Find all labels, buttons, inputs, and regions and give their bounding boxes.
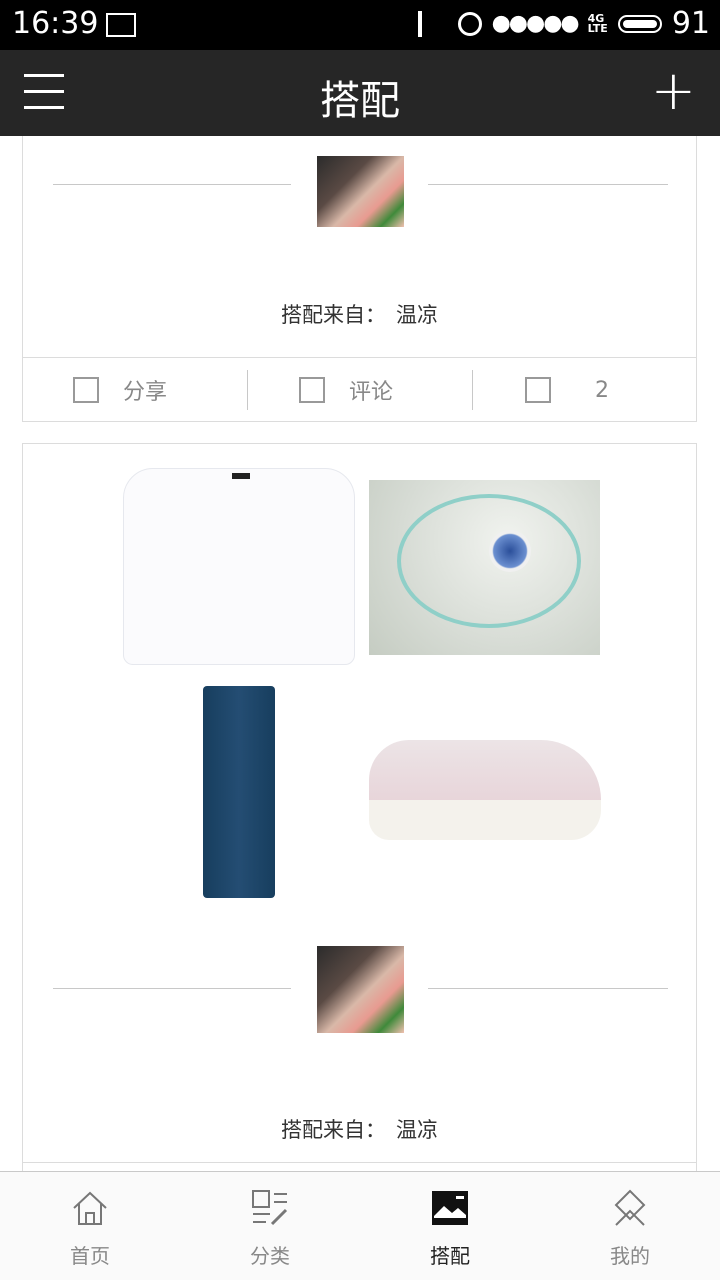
outfit-card[interactable]: 搭配来自： 温凉 bbox=[22, 443, 697, 1171]
card-actions bbox=[23, 1162, 696, 1171]
tab-label: 分类 bbox=[250, 1244, 290, 1268]
outfit-icon bbox=[432, 1191, 468, 1225]
signal-icon: ●●●●● bbox=[491, 11, 580, 36]
action-divider bbox=[247, 370, 248, 410]
tab-label: 首页 bbox=[70, 1244, 110, 1268]
outfit-card[interactable]: 搭配来自： 温凉 分享 评论 2 bbox=[22, 136, 697, 422]
card-actions: 分享 评论 2 bbox=[23, 357, 696, 422]
source-prefix: 搭配来自： bbox=[281, 303, 386, 327]
comment-button[interactable]: 评论 bbox=[299, 358, 393, 422]
source-prefix: 搭配来自： bbox=[281, 1118, 386, 1142]
pink-sneakers-image[interactable] bbox=[369, 740, 601, 840]
status-time: 16:39 bbox=[12, 6, 99, 41]
tab-label: 搭配 bbox=[430, 1244, 470, 1268]
outfit-source: 搭配来自： 温凉 bbox=[23, 1114, 696, 1144]
white-blouse-image[interactable] bbox=[123, 468, 355, 665]
tab-outfit[interactable]: 搭配 bbox=[360, 1172, 540, 1281]
outfit-feed[interactable]: 搭配来自： 温凉 分享 评论 2 搭配来自： 温凉 bbox=[0, 136, 720, 1171]
alarm-icon bbox=[457, 11, 482, 36]
mute-icon bbox=[417, 10, 448, 37]
add-button[interactable]: + bbox=[651, 64, 696, 118]
home-icon bbox=[73, 1191, 107, 1225]
share-label: 分享 bbox=[123, 380, 168, 405]
divider-line bbox=[428, 988, 668, 989]
author-row bbox=[23, 946, 696, 1033]
page-title: 搭配 bbox=[320, 78, 400, 124]
bottom-tab-bar: 首页 分类 搭配 我的 bbox=[0, 1171, 720, 1280]
tab-category[interactable]: 分类 bbox=[180, 1172, 360, 1281]
outfit-source: 搭配来自： 温凉 bbox=[23, 299, 696, 329]
like-count: 2 bbox=[595, 377, 609, 403]
author-name[interactable]: 温凉 bbox=[396, 303, 438, 327]
share-icon bbox=[73, 377, 99, 403]
status-right: ●●●●● 4G LTE 91 bbox=[417, 6, 710, 41]
divider-line bbox=[53, 988, 291, 989]
author-avatar[interactable] bbox=[317, 156, 404, 227]
image-notification-icon bbox=[106, 13, 136, 37]
author-avatar[interactable] bbox=[317, 946, 404, 1033]
comment-icon bbox=[299, 377, 325, 403]
battery-icon bbox=[617, 14, 662, 33]
network-type: 4G LTE bbox=[587, 11, 608, 35]
status-bar: 16:39 ●●●●● 4G LTE 91 bbox=[0, 0, 720, 50]
blue-jeans-image[interactable] bbox=[203, 686, 275, 898]
tab-profile[interactable]: 我的 bbox=[540, 1172, 720, 1281]
thumbs-up-icon bbox=[525, 377, 551, 403]
like-button[interactable]: 2 bbox=[525, 358, 609, 422]
divider-line bbox=[428, 184, 668, 185]
comment-label: 评论 bbox=[349, 380, 394, 405]
profile-icon bbox=[614, 1189, 646, 1226]
divider-line bbox=[53, 184, 291, 185]
share-button[interactable]: 分享 bbox=[73, 358, 167, 422]
turquoise-necklace-image[interactable] bbox=[369, 480, 600, 655]
author-name[interactable]: 温凉 bbox=[396, 1118, 438, 1142]
category-icon bbox=[252, 1190, 288, 1226]
action-divider bbox=[472, 370, 473, 410]
battery-level: 91 bbox=[671, 6, 710, 41]
tab-label: 我的 bbox=[610, 1244, 650, 1268]
tab-home[interactable]: 首页 bbox=[0, 1172, 180, 1281]
app-header: 搭配 + bbox=[0, 50, 720, 136]
author-row bbox=[23, 156, 696, 228]
